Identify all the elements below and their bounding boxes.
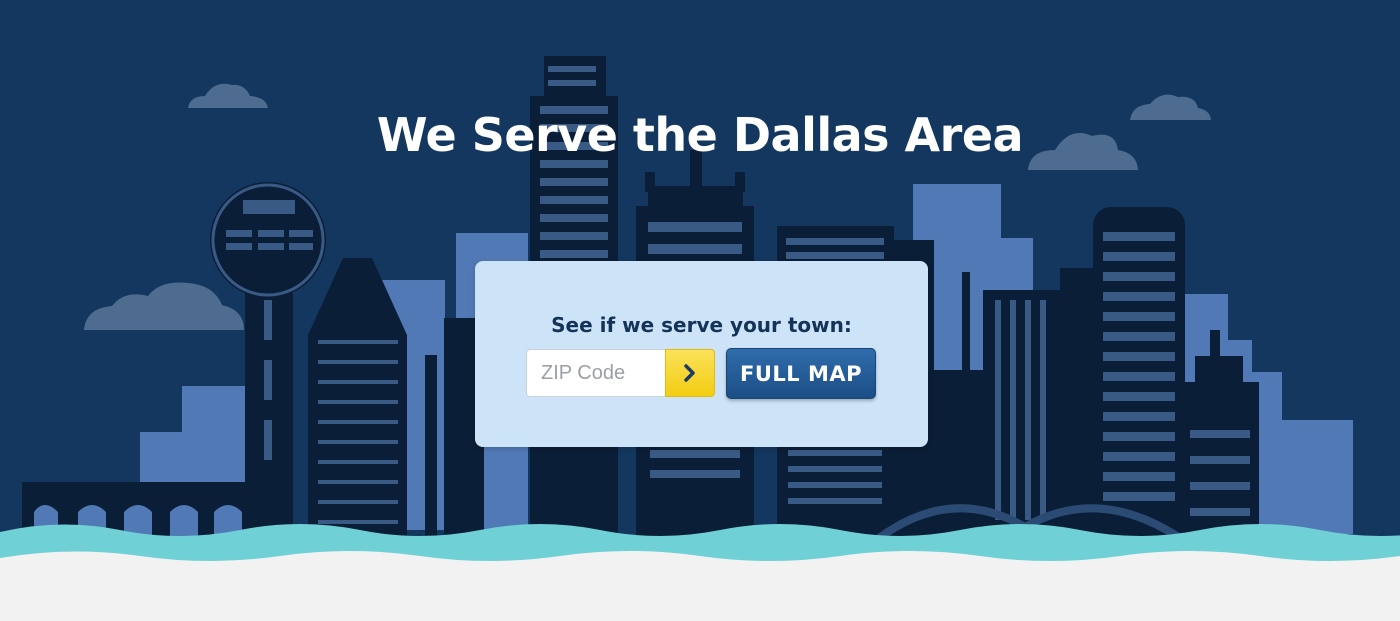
page-title: We Serve the Dallas Area [376,108,1024,162]
full-map-button[interactable]: FULL MAP [726,348,876,399]
zip-code-input[interactable] [526,349,667,397]
chevron-right-icon [683,364,697,382]
zip-search-card: See if we serve your town: FULL MAP [475,261,928,447]
zip-submit-button[interactable] [665,349,715,397]
hero-section: We Serve the Dallas Area See if we serve… [0,0,1400,621]
zip-search-heading: See if we serve your town: [551,313,852,337]
